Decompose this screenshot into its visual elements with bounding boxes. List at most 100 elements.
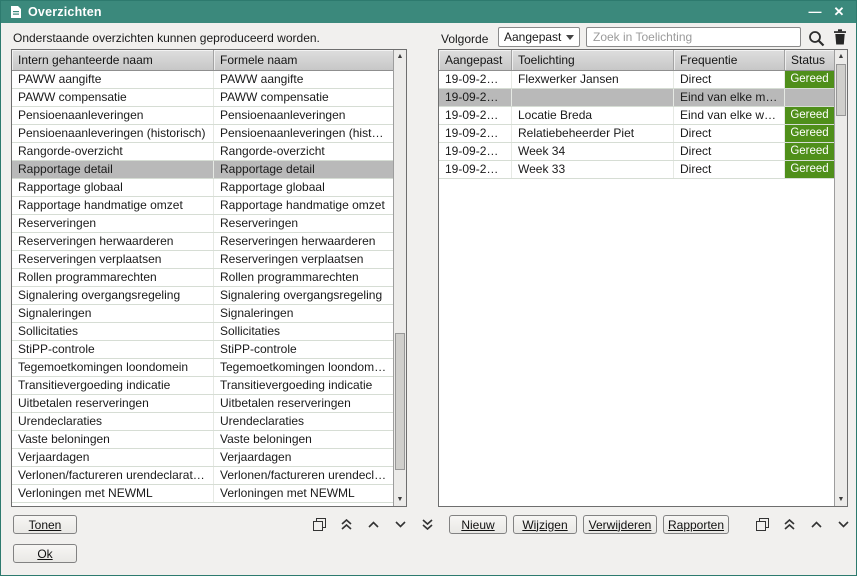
chevron-down-icon[interactable] [391, 516, 409, 534]
copy-icon[interactable] [753, 516, 771, 534]
intern-naam-cell: Pensioenaanleveringen (historisch) [12, 125, 214, 142]
double-chevron-down-icon[interactable] [418, 516, 436, 534]
overview-row[interactable]: Verloningen met NEWMLVerloningen met NEW… [12, 485, 393, 503]
intern-naam-cell: Verjaardagen [12, 449, 214, 466]
status-badge [785, 89, 834, 106]
close-button[interactable]: ✕ [830, 1, 848, 23]
chevron-up-icon[interactable] [807, 516, 825, 534]
left-scrollbar[interactable]: ▲ ▼ [393, 50, 406, 506]
overview-row[interactable]: Signalering overgangsregelingSignalering… [12, 287, 393, 305]
intro-text: Onderstaande overzichten kunnen geproduc… [13, 31, 320, 45]
double-chevron-up-icon[interactable] [780, 516, 798, 534]
reports-table-body: 19-09-2023Flexwerker JansenDirectGereed1… [439, 71, 834, 179]
overview-row[interactable]: Pensioenaanleveringen (historisch)Pensio… [12, 125, 393, 143]
overview-row[interactable]: Transitievergoeding indicatieTransitieve… [12, 377, 393, 395]
rapporten-button[interactable]: Rapporten [663, 515, 729, 534]
overview-row[interactable]: Rapportage globaalRapportage globaal [12, 179, 393, 197]
aangepast-cell: 19-09-2023 [439, 71, 512, 88]
report-row[interactable]: 19-09-2023Week 34DirectGereed [439, 143, 834, 161]
overview-row[interactable]: Reserveringen herwaarderenReserveringen … [12, 233, 393, 251]
frequentie-cell: Direct [674, 125, 785, 142]
formele-naam-cell: Sollicitaties [214, 323, 393, 340]
formele-naam-cell: Pensioenaanleveringen (historisch) [214, 125, 393, 142]
formele-naam-cell: Signaleringen [214, 305, 393, 322]
intern-naam-cell: Rapportage handmatige omzet [12, 197, 214, 214]
overview-row[interactable]: VerjaardagenVerjaardagen [12, 449, 393, 467]
overview-row[interactable]: Verlonen/factureren urendeclaratiesVerlo… [12, 467, 393, 485]
chevron-down-icon[interactable] [834, 516, 852, 534]
intern-naam-cell: Reserveringen [12, 215, 214, 232]
reports-table: Aangepast Toelichting Frequentie Status … [438, 49, 848, 507]
chevron-down-icon [566, 35, 574, 40]
overview-row[interactable]: Rangorde-overzichtRangorde-overzicht [12, 143, 393, 161]
volgorde-label: Volgorde [441, 32, 488, 46]
overview-row[interactable]: SollicitatiesSollicitaties [12, 323, 393, 341]
overview-row[interactable]: ReserveringenReserveringen [12, 215, 393, 233]
formele-naam-cell: Reserveringen herwaarderen [214, 233, 393, 250]
aangepast-cell: 19-09-2023 [439, 107, 512, 124]
scrollbar-thumb[interactable] [836, 64, 846, 116]
verwijderen-button[interactable]: Verwijderen [583, 515, 657, 534]
report-row[interactable]: 19-09-2023Week 33DirectGereed [439, 161, 834, 179]
scroll-down-icon[interactable]: ▼ [394, 493, 406, 506]
copy-icon[interactable] [310, 516, 328, 534]
overview-row[interactable]: Rapportage handmatige omzetRapportage ha… [12, 197, 393, 215]
nieuw-button[interactable]: Nieuw [449, 515, 507, 534]
formele-naam-cell: PAWW aangifte [214, 71, 393, 88]
ok-button[interactable]: Ok [13, 544, 77, 563]
overview-row[interactable]: Reserveringen verplaatsenReserveringen v… [12, 251, 393, 269]
scroll-up-icon[interactable]: ▲ [394, 50, 406, 63]
chevron-up-icon[interactable] [364, 516, 382, 534]
toelichting-cell: Relatiebeheerder Piet [512, 125, 674, 142]
formele-naam-cell: Pensioenaanleveringen [214, 107, 393, 124]
scroll-up-icon[interactable]: ▲ [835, 50, 847, 63]
overview-row[interactable]: PensioenaanleveringenPensioenaanlevering… [12, 107, 393, 125]
search-input[interactable] [586, 27, 801, 47]
trash-icon[interactable] [831, 28, 849, 46]
wijzigen-button[interactable]: Wijzigen [513, 515, 577, 534]
scrollbar-thumb[interactable] [395, 333, 405, 470]
report-row[interactable]: 19-09-2023Eind van elke maand [439, 89, 834, 107]
status-badge: Gereed [785, 143, 834, 160]
aangepast-cell: 19-09-2023 [439, 161, 512, 178]
overview-row[interactable]: SignaleringenSignaleringen [12, 305, 393, 323]
search-icon[interactable] [807, 29, 825, 47]
volgorde-select[interactable]: Aangepast [498, 27, 580, 47]
column-header-aangepast[interactable]: Aangepast [439, 50, 512, 70]
column-header-intern-naam[interactable]: Intern gehanteerde naam [12, 50, 214, 70]
column-header-frequentie[interactable]: Frequentie [674, 50, 785, 70]
report-row[interactable]: 19-09-2023Flexwerker JansenDirectGereed [439, 71, 834, 89]
tonen-button[interactable]: Tonen [13, 515, 77, 534]
right-icon-toolbar [753, 515, 857, 534]
overview-row[interactable]: Uitbetalen reserveringenUitbetalen reser… [12, 395, 393, 413]
intern-naam-cell: Pensioenaanleveringen [12, 107, 214, 124]
column-header-formele-naam[interactable]: Formele naam [214, 50, 393, 70]
formele-naam-cell: Rapportage detail [214, 161, 393, 178]
toelichting-cell: Week 34 [512, 143, 674, 160]
column-header-status[interactable]: Status [785, 50, 834, 70]
overview-row[interactable]: StiPP-controleStiPP-controle [12, 341, 393, 359]
formele-naam-cell: Verloningen met NEWML [214, 485, 393, 502]
overview-row[interactable]: Tegemoetkomingen loondomeinTegemoetkomin… [12, 359, 393, 377]
overview-row[interactable]: PAWW aangiftePAWW aangifte [12, 71, 393, 89]
report-row[interactable]: 19-09-2023Relatiebeheerder PietDirectGer… [439, 125, 834, 143]
formele-naam-cell: Rapportage handmatige omzet [214, 197, 393, 214]
intern-naam-cell: Verloningen met NEWML [12, 485, 214, 502]
overview-row[interactable]: Vaste beloningenVaste beloningen [12, 431, 393, 449]
intern-naam-cell: Reserveringen verplaatsen [12, 251, 214, 268]
report-row[interactable]: 19-09-2023Locatie BredaEind van elke wee… [439, 107, 834, 125]
double-chevron-up-icon[interactable] [337, 516, 355, 534]
overview-row[interactable]: Rapportage detailRapportage detail [12, 161, 393, 179]
formele-naam-cell: Tegemoetkomingen loondomein [214, 359, 393, 376]
scroll-down-icon[interactable]: ▼ [835, 493, 847, 506]
overview-row[interactable]: Rollen programmarechtenRollen programmar… [12, 269, 393, 287]
overview-row[interactable]: PAWW compensatiePAWW compensatie [12, 89, 393, 107]
column-header-toelichting[interactable]: Toelichting [512, 50, 674, 70]
minimize-button[interactable]: — [806, 1, 824, 23]
overview-row[interactable]: UrendeclaratiesUrendeclaraties [12, 413, 393, 431]
aangepast-cell: 19-09-2023 [439, 89, 512, 106]
right-scrollbar[interactable]: ▲ ▼ [834, 50, 847, 506]
intern-naam-cell: Rollen programmarechten [12, 269, 214, 286]
window-title: Overzichten [28, 5, 800, 19]
intern-naam-cell: Tegemoetkomingen loondomein [12, 359, 214, 376]
